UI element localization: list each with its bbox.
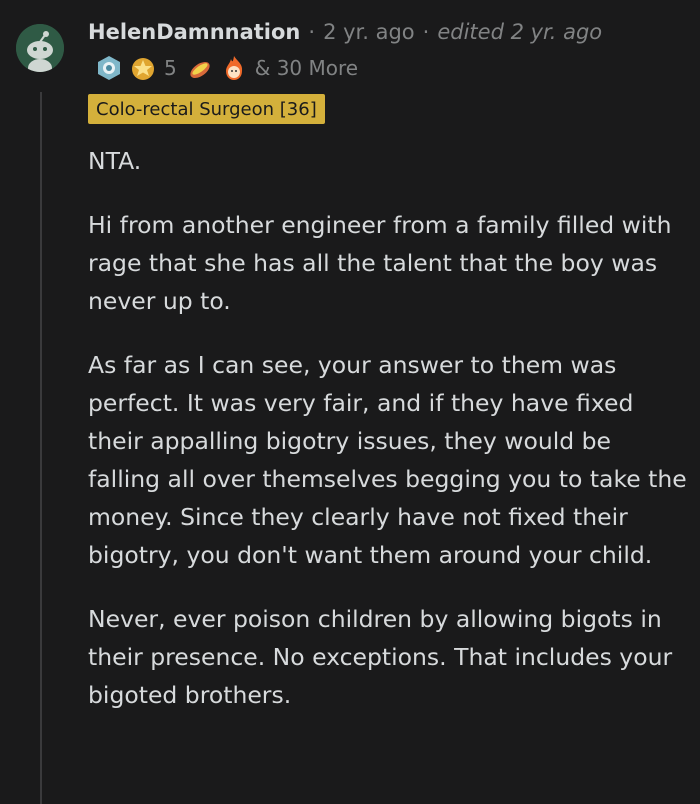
comment-paragraph: Hi from another engineer from a family f…	[88, 211, 672, 315]
avatar[interactable]	[16, 24, 64, 72]
separator-dot: ·	[308, 19, 316, 44]
more-awards-label[interactable]: & 30 More	[255, 56, 358, 80]
hexagon-award-icon[interactable]	[96, 55, 122, 81]
awards-row[interactable]: 5 & 30 More	[96, 52, 358, 84]
user-flair: Colo-rectal Surgeon [36]	[88, 94, 325, 124]
comment-paragraph: As far as I can see, your answer to them…	[88, 351, 687, 569]
comment-paragraph: Never, ever poison children by allowing …	[88, 605, 673, 709]
comment-body: NTA. Hi from another engineer from a fam…	[88, 142, 688, 740]
separator-dot: ·	[422, 19, 430, 44]
timestamp[interactable]: 2 yr. ago	[323, 21, 415, 43]
award-count: 5	[164, 56, 177, 80]
username-link[interactable]: HelenDamnnation	[88, 21, 300, 43]
comment-header: HelenDamnnation · 2 yr. ago · edited 2 y…	[88, 16, 602, 48]
star-crown-award-icon[interactable]	[130, 55, 156, 81]
edited-timestamp: edited 2 yr. ago	[437, 19, 603, 44]
snoo-avatar-icon	[16, 24, 64, 72]
thread-line[interactable]	[40, 92, 42, 804]
comment-paragraph: NTA.	[88, 147, 142, 175]
mustard-hotdog-award-icon[interactable]	[187, 55, 213, 81]
fire-face-award-icon[interactable]	[221, 55, 247, 81]
